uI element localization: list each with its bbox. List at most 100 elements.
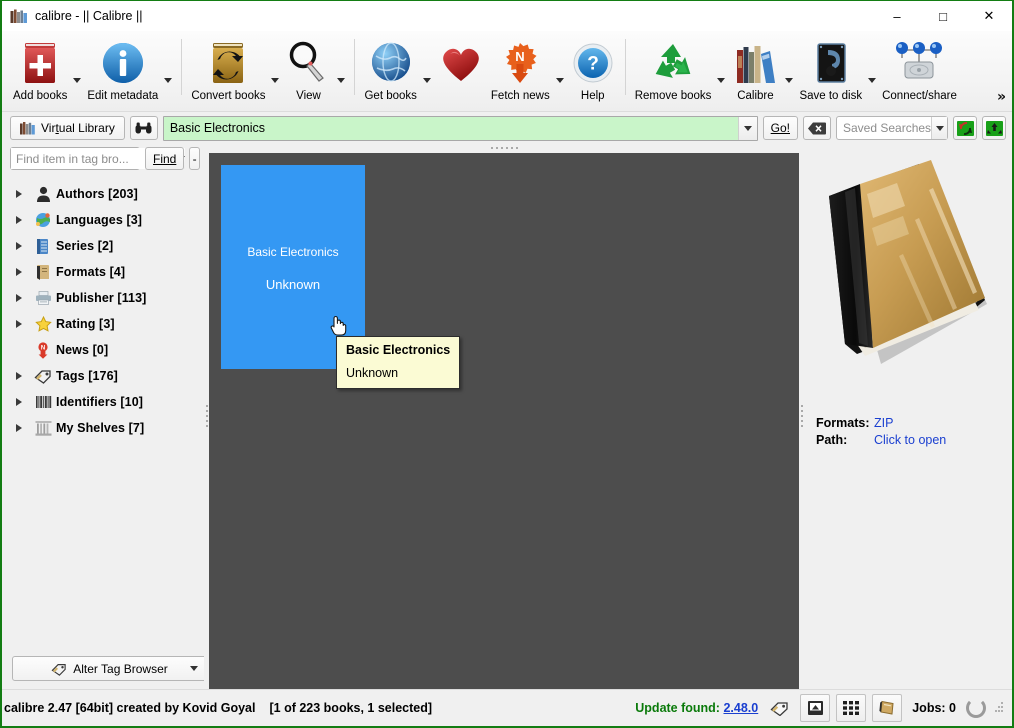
- books-icon: [20, 121, 35, 134]
- save-to-disk-button[interactable]: Save to disk: [796, 35, 865, 102]
- book-details-toggle-icon: [807, 701, 823, 715]
- get-books-label: Get books: [364, 90, 417, 102]
- window-controls: – □ ✕: [874, 1, 1012, 31]
- get-books-button[interactable]: Get books: [361, 35, 419, 102]
- expand-arrow-icon[interactable]: [8, 216, 30, 224]
- tag-item-identifiers[interactable]: Identifiers [10]: [2, 389, 204, 415]
- tag-item-formats[interactable]: Formats [4]: [2, 259, 204, 285]
- help-button[interactable]: ? Help: [567, 35, 619, 102]
- remove-books-button[interactable]: Remove books: [632, 35, 715, 102]
- update-version-link[interactable]: 2.48.0: [723, 701, 758, 715]
- expand-arrow-icon[interactable]: [8, 294, 30, 302]
- alter-tag-browser-wrap: Alter Tag Browser: [2, 650, 207, 689]
- tag-icon: [30, 368, 56, 384]
- tag-item-rating[interactable]: Rating [3]: [2, 311, 204, 337]
- expand-arrow-icon[interactable]: [8, 242, 30, 250]
- tag-browser-toggle[interactable]: [764, 694, 794, 722]
- book-details-splitter[interactable]: [799, 142, 804, 689]
- go-label: Go!: [770, 121, 790, 135]
- fetch-news-caret[interactable]: [553, 54, 567, 106]
- clear-search-button[interactable]: [803, 116, 831, 140]
- expand-arrow-icon[interactable]: [8, 190, 30, 198]
- tag-browser-find-row: Find -: [2, 142, 204, 174]
- get-books-caret[interactable]: [420, 54, 434, 106]
- convert-books-caret[interactable]: [268, 54, 282, 106]
- tag-item-label: Authors [203]: [56, 187, 138, 201]
- close-button[interactable]: ✕: [966, 1, 1012, 31]
- search-input[interactable]: [163, 116, 738, 140]
- saved-searches-caret[interactable]: [931, 117, 947, 139]
- toolbar-separator-3: [624, 39, 626, 95]
- convert-books-icon: [206, 37, 250, 89]
- tag-browser-panel: Find - Authors [203]: [2, 142, 207, 689]
- detail-row-formats: Formats: ZIP: [816, 416, 1002, 430]
- search-highlight-button[interactable]: [129, 116, 158, 140]
- connect-share-button[interactable]: Connect/share: [879, 35, 960, 102]
- donate-heart-icon: [437, 37, 485, 89]
- cover-grid[interactable]: Basic Electronics Unknown Basic Electron…: [209, 153, 799, 689]
- view-button[interactable]: View: [282, 35, 334, 102]
- edit-metadata-caret[interactable]: [161, 54, 175, 106]
- tag-item-publisher[interactable]: Publisher [113]: [2, 285, 204, 311]
- edit-metadata-button[interactable]: Edit metadata: [84, 35, 161, 102]
- svg-text:?: ?: [587, 54, 599, 75]
- maximize-button[interactable]: □: [920, 1, 966, 31]
- tag-collapse-all-button[interactable]: -: [189, 147, 200, 170]
- calibre-library-button[interactable]: Calibre: [728, 35, 782, 102]
- alter-tag-browser-button[interactable]: Alter Tag Browser: [12, 656, 207, 681]
- detail-value-formats[interactable]: ZIP: [874, 416, 893, 430]
- tag-item-authors[interactable]: Authors [203]: [2, 181, 204, 207]
- expand-arrow-icon[interactable]: [8, 268, 30, 276]
- save-to-disk-caret[interactable]: [865, 54, 879, 106]
- copy-search-button[interactable]: [953, 116, 977, 140]
- cover-grid-top-splitter[interactable]: [209, 142, 799, 153]
- tag-item-my-shelves[interactable]: My Shelves [7]: [2, 415, 204, 441]
- search-go-button[interactable]: Go!: [762, 116, 798, 140]
- view-icon: [285, 37, 331, 89]
- tag-item-tags[interactable]: Tags [176]: [2, 363, 204, 389]
- convert-books-button[interactable]: Convert books: [188, 35, 268, 102]
- tag-item-series[interactable]: Series [2]: [2, 233, 204, 259]
- minimize-button[interactable]: –: [874, 1, 920, 31]
- expand-arrow-icon[interactable]: [8, 398, 30, 406]
- add-books-label: Add books: [13, 90, 68, 102]
- book-cover-author: Unknown: [265, 277, 321, 292]
- toolbar-overflow-button[interactable]: »: [997, 89, 1006, 105]
- virtual-library-button[interactable]: Virtual Library: [10, 116, 125, 140]
- expand-arrow-icon[interactable]: [8, 372, 30, 380]
- search-history-dropdown[interactable]: [737, 116, 757, 140]
- remove-books-icon: [649, 37, 697, 89]
- cover-grid-toggle[interactable]: [836, 694, 867, 722]
- expand-arrow-icon[interactable]: [8, 320, 30, 328]
- update-notice[interactable]: Update found: 2.48.0: [635, 701, 758, 715]
- view-caret[interactable]: [334, 54, 348, 106]
- tag-item-languages[interactable]: Languages [3]: [2, 207, 204, 233]
- add-books-caret[interactable]: [70, 54, 84, 106]
- remove-books-label: Remove books: [634, 90, 712, 102]
- detail-value-path[interactable]: Click to open: [874, 433, 946, 447]
- add-books-button[interactable]: Add books: [10, 35, 70, 102]
- cover-browser-toggle[interactable]: [872, 694, 903, 722]
- calibre-library-icon: [731, 37, 779, 89]
- shelves-icon: [30, 420, 56, 436]
- donate-button[interactable]: [434, 35, 488, 90]
- tag-browser-tree[interactable]: Authors [203] Languages [3] Series [2] F…: [2, 174, 204, 650]
- calibre-library-caret[interactable]: [782, 54, 796, 106]
- expand-arrow-icon[interactable]: [8, 424, 30, 432]
- resize-grip[interactable]: [994, 702, 1004, 714]
- book-details-toggle[interactable]: [800, 694, 831, 722]
- chevron-down-icon[interactable]: [190, 666, 198, 671]
- remove-books-caret[interactable]: [714, 54, 728, 106]
- jobs-spinner: [966, 698, 986, 718]
- saved-searches-combo[interactable]: Saved Searches: [836, 116, 948, 140]
- calibre-library-label: Calibre: [737, 90, 774, 102]
- fetch-news-button[interactable]: N Fetch news: [488, 35, 553, 102]
- save-search-button[interactable]: [982, 116, 1006, 140]
- tag-find-button[interactable]: Find: [145, 147, 185, 170]
- tag-item-news[interactable]: N News [0]: [2, 337, 204, 363]
- tooltip-author: Unknown: [346, 366, 399, 380]
- book-details-cover[interactable]: [810, 150, 1006, 412]
- news-icon: N: [30, 341, 56, 359]
- jobs-label: Jobs: 0: [912, 701, 956, 715]
- tag-find-field-wrapper: [10, 147, 185, 170]
